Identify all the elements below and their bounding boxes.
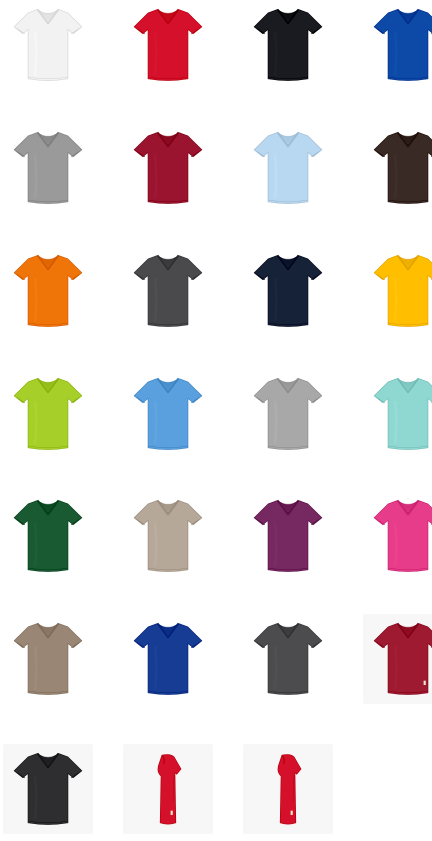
- product-swatch-16[interactable]: [363, 369, 432, 459]
- product-swatch-23[interactable]: [243, 614, 333, 704]
- side-tag: [290, 810, 293, 815]
- tshirt-front-shape: [133, 499, 203, 572]
- product-swatch-18[interactable]: [123, 491, 213, 581]
- tshirt-front-shape: [13, 254, 83, 327]
- product-swatch-7[interactable]: [243, 123, 333, 213]
- tshirt-front-image: [373, 254, 432, 327]
- product-swatch-14[interactable]: [123, 369, 213, 459]
- tshirt-front-image: [373, 8, 432, 81]
- product-swatch-6[interactable]: [123, 123, 213, 213]
- tshirt-side-shape: [277, 754, 302, 825]
- product-swatch-22[interactable]: [123, 614, 213, 704]
- tshirt-front-image: [13, 752, 83, 825]
- tshirt-front-shape: [133, 377, 203, 450]
- tshirt-front-image: [373, 377, 432, 450]
- tshirt-front-image: [13, 499, 83, 572]
- product-swatch-5[interactable]: [3, 123, 93, 213]
- product-swatch-21[interactable]: [3, 614, 93, 704]
- tshirt-front-image: [373, 622, 432, 695]
- tshirt-front-image: [253, 622, 323, 695]
- tshirt-front-shape: [13, 499, 83, 572]
- tshirt-front-image: [253, 8, 323, 81]
- product-swatch-10[interactable]: [123, 246, 213, 336]
- tshirt-front-shape: [373, 377, 432, 450]
- tshirt-front-image: [133, 622, 203, 695]
- product-swatch-1[interactable]: [3, 0, 93, 90]
- tshirt-front-image: [253, 499, 323, 572]
- product-color-gallery: [0, 0, 432, 841]
- tshirt-front-shape: [373, 499, 432, 572]
- tshirt-front-image: [133, 254, 203, 327]
- tshirt-front-shape: [253, 499, 323, 572]
- tshirt-front-shape: [133, 622, 203, 695]
- tshirt-front-image: [133, 131, 203, 204]
- tshirt-front-image: [13, 254, 83, 327]
- tshirt-front-image: [133, 8, 203, 81]
- side-tag: [423, 680, 426, 685]
- tshirt-side-shape: [157, 754, 182, 825]
- tshirt-front-image: [13, 131, 83, 204]
- tshirt-front-shape: [253, 131, 323, 204]
- product-swatch-12[interactable]: [363, 246, 432, 336]
- product-swatch-17[interactable]: [3, 491, 93, 581]
- product-swatch-19[interactable]: [243, 491, 333, 581]
- tshirt-front-shape: [13, 752, 83, 825]
- tshirt-front-shape: [253, 254, 323, 327]
- side-tag: [170, 810, 173, 815]
- tshirt-front-shape: [13, 377, 83, 450]
- product-swatch-2[interactable]: [123, 0, 213, 90]
- product-swatch-25[interactable]: [3, 744, 93, 834]
- tshirt-side-image: [277, 754, 302, 825]
- tshirt-front-shape: [373, 131, 432, 204]
- tshirt-front-shape: [253, 622, 323, 695]
- tshirt-front-image: [133, 499, 203, 572]
- product-swatch-3[interactable]: [243, 0, 333, 90]
- product-swatch-11[interactable]: [243, 246, 333, 336]
- product-swatch-27[interactable]: [243, 744, 333, 834]
- product-swatch-13[interactable]: [3, 369, 93, 459]
- tshirt-front-image: [133, 377, 203, 450]
- tshirt-front-image: [13, 377, 83, 450]
- tshirt-front-shape: [13, 8, 83, 81]
- tshirt-front-image: [13, 8, 83, 81]
- tshirt-front-image: [253, 377, 323, 450]
- tshirt-front-shape: [133, 254, 203, 327]
- product-swatch-20[interactable]: [363, 491, 432, 581]
- tshirt-front-shape: [373, 254, 432, 327]
- tshirt-front-shape: [13, 131, 83, 204]
- tshirt-front-shape: [253, 377, 323, 450]
- product-swatch-4[interactable]: [363, 0, 432, 90]
- tshirt-side-image: [157, 754, 182, 825]
- product-swatch-8[interactable]: [363, 123, 432, 213]
- product-swatch-15[interactable]: [243, 369, 333, 459]
- tshirt-front-shape: [13, 622, 83, 695]
- product-swatch-9[interactable]: [3, 246, 93, 336]
- tshirt-front-shape: [133, 8, 203, 81]
- tshirt-front-image: [13, 622, 83, 695]
- tshirt-front-image: [253, 131, 323, 204]
- tshirt-front-shape: [373, 8, 432, 81]
- product-swatch-26[interactable]: [123, 744, 213, 834]
- tshirt-front-image: [253, 254, 323, 327]
- tshirt-front-shape: [373, 622, 432, 695]
- tshirt-front-shape: [133, 131, 203, 204]
- tshirt-front-image: [373, 499, 432, 572]
- tshirt-front-image: [373, 131, 432, 204]
- tshirt-front-shape: [253, 8, 323, 81]
- product-swatch-24[interactable]: [363, 614, 432, 704]
